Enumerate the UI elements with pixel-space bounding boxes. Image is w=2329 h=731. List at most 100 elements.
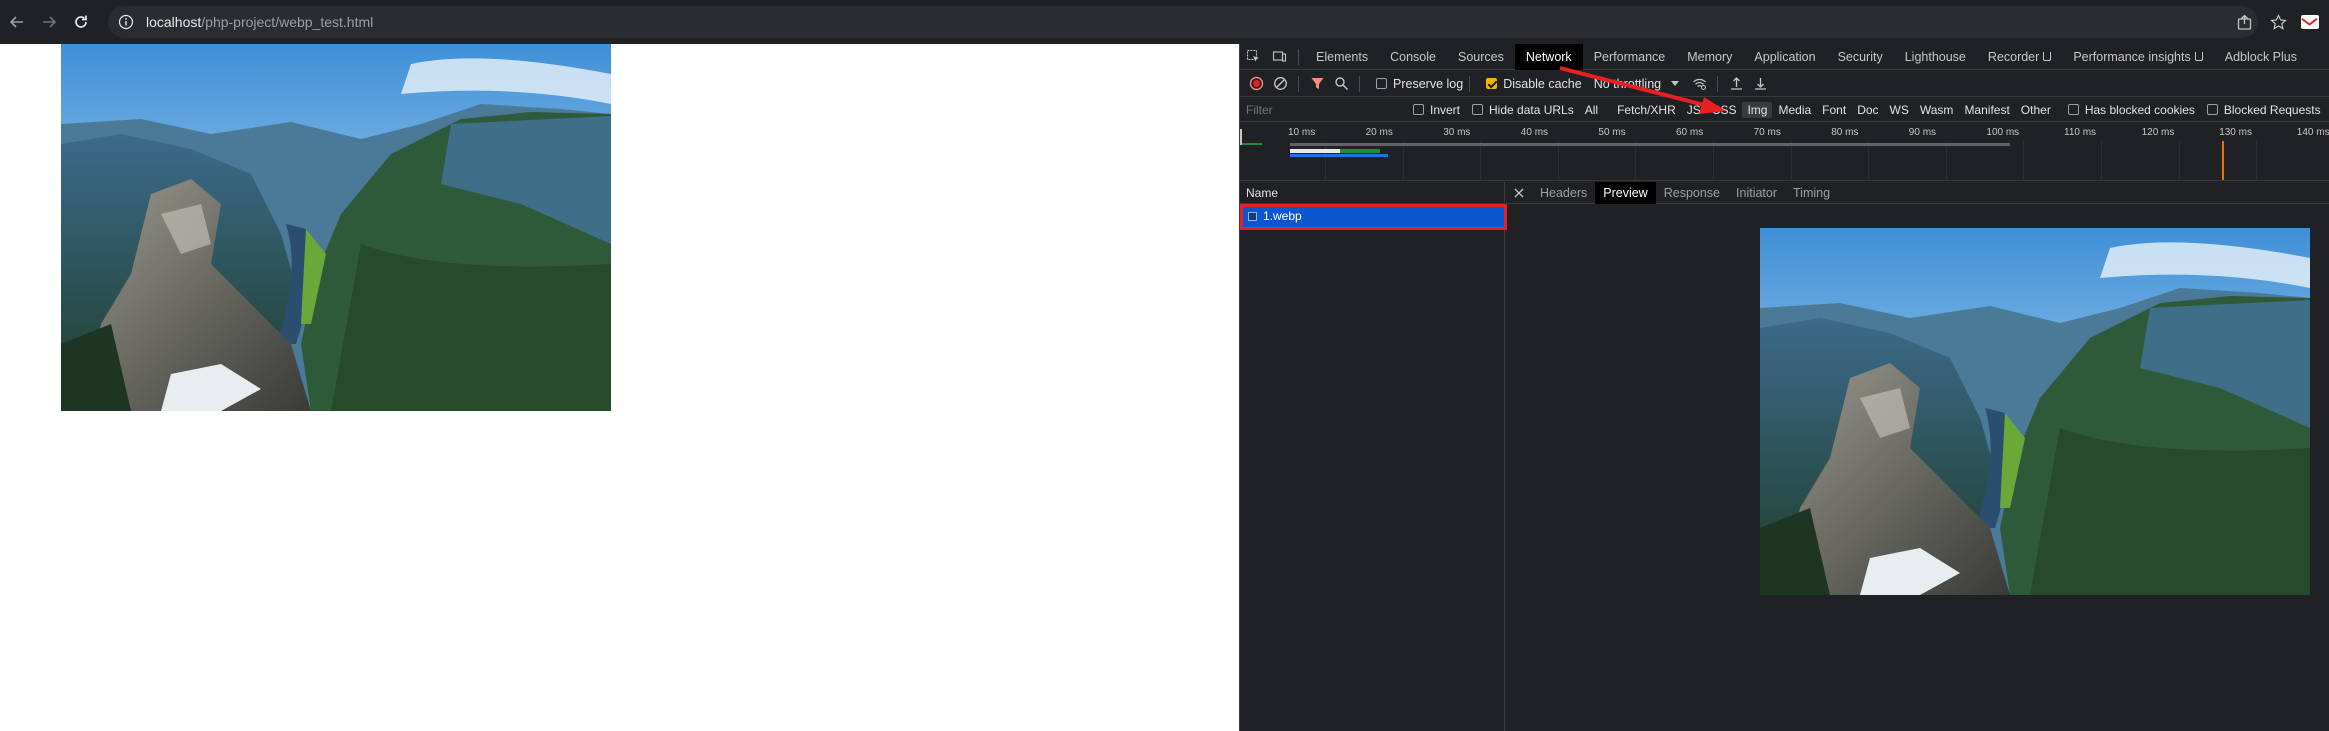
hide-data-urls-checkbox[interactable]: Hide data URLs: [1472, 103, 1574, 117]
filter-type-media[interactable]: Media: [1773, 102, 1816, 118]
request-list: Name 1.webp: [1240, 182, 1507, 731]
filter-type-all[interactable]: All: [1580, 102, 1603, 118]
star-icon: [2269, 13, 2287, 30]
toolbar-separator: [1359, 75, 1360, 92]
tab-performance[interactable]: Performance: [1583, 44, 1677, 70]
tab-security[interactable]: Security: [1827, 44, 1894, 70]
timeline-bar-download: [1290, 149, 1340, 153]
tab-sources[interactable]: Sources: [1447, 44, 1515, 70]
clear-button[interactable]: [1268, 72, 1292, 96]
timeline-grid-line: [1402, 141, 1404, 180]
timeline-cursor[interactable]: [1240, 129, 1242, 145]
timeline-grid-line: [2023, 141, 2025, 180]
filter-type-css[interactable]: CSS: [1707, 102, 1742, 118]
share-button[interactable]: [2227, 5, 2261, 39]
tab-separator: [1298, 48, 1299, 65]
upload-icon: [1730, 77, 1742, 90]
gmail-extension-button[interactable]: [2295, 5, 2329, 39]
filter-type-ws[interactable]: WS: [1885, 102, 1914, 118]
tab-elements[interactable]: Elements: [1305, 44, 1379, 70]
network-overview-timeline[interactable]: 10 ms 20 ms 30 ms 40 ms 50 ms 60 ms 70 ms 80 ms…: [1240, 123, 2329, 181]
preserve-log-box[interactable]: [1376, 78, 1387, 89]
tab-response[interactable]: Response: [1656, 182, 1728, 204]
forward-button[interactable]: [34, 7, 64, 37]
timeline-tick-label: 130 ms: [2219, 127, 2252, 138]
timeline-tick-label: 20 ms: [1365, 127, 1393, 138]
record-button[interactable]: [1244, 72, 1268, 96]
hide-data-urls-box[interactable]: [1472, 104, 1484, 115]
disable-cache-box[interactable]: [1486, 78, 1498, 89]
devtools-panel: Elements Console Sources Network Perform…: [1239, 43, 2329, 731]
filter-type-font[interactable]: Font: [1817, 102, 1851, 118]
clear-icon: [1273, 77, 1287, 90]
address-bar[interactable]: localhost/php-project/webp_test.html: [108, 6, 2258, 38]
timeline-tick-label: 10 ms: [1288, 127, 1316, 138]
has-blocked-cookies-checkbox[interactable]: Has blocked cookies: [2067, 102, 2195, 117]
name-column-header[interactable]: Name: [1240, 182, 1504, 204]
tab-headers[interactable]: Headers: [1532, 182, 1595, 204]
device-icon: [1272, 51, 1286, 62]
tab-memory[interactable]: Memory: [1676, 44, 1743, 70]
devtools-tab-bar: Elements Console Sources Network Perform…: [1240, 43, 2329, 70]
filter-bar: Invert Hide data URLs All Fetch/XHR JS C…: [1240, 98, 2329, 122]
timeline-grid-line: [2101, 141, 2102, 180]
inspect-element-button[interactable]: [1240, 44, 1266, 70]
image-preview: [1760, 228, 2310, 595]
timeline-tick-label: 90 ms: [1908, 127, 1937, 138]
tab-initiator[interactable]: Initiator: [1728, 182, 1785, 204]
hide-data-urls-label: Hide data URLs: [1489, 102, 1574, 117]
tab-console[interactable]: Console: [1379, 44, 1447, 70]
search-button[interactable]: [1329, 72, 1353, 96]
info-icon[interactable]: [118, 14, 134, 30]
close-detail-button[interactable]: [1506, 182, 1532, 204]
preserve-log-checkbox[interactable]: Preserve log: [1376, 77, 1463, 91]
filter-type-img[interactable]: Img: [1742, 101, 1773, 118]
throttling-select[interactable]: No throttling: [1594, 77, 1680, 91]
back-button[interactable]: [2, 7, 32, 37]
filter-input[interactable]: [1244, 99, 1401, 120]
invert-box[interactable]: [1413, 104, 1424, 115]
reload-button[interactable]: [66, 7, 96, 37]
request-detail-pane: Headers Preview Response Initiator Timin…: [1506, 181, 2329, 731]
bookmark-button[interactable]: [2261, 5, 2295, 39]
device-toolbar-button[interactable]: [1266, 44, 1292, 70]
network-conditions-button[interactable]: [1687, 72, 1711, 96]
tab-performance-insights[interactable]: Performance insights: [2062, 44, 2213, 70]
filter-type-wasm[interactable]: Wasm: [1915, 102, 1959, 118]
blocked-requests-box[interactable]: [2206, 104, 2218, 115]
has-blocked-cookies-box[interactable]: [2067, 104, 2079, 115]
timeline-grid-line: [2256, 141, 2258, 180]
disable-cache-checkbox[interactable]: Disable cache: [1486, 77, 1582, 91]
timeline-grid-line: [1790, 141, 1792, 180]
tab-application[interactable]: Application: [1743, 44, 1826, 70]
record-icon: [1249, 76, 1263, 91]
disable-cache-label: Disable cache: [1503, 76, 1582, 91]
filter-type-js[interactable]: JS: [1682, 102, 1706, 118]
toolbar-separator: [1298, 75, 1299, 92]
export-har-button[interactable]: [1748, 72, 1772, 96]
filter-toggle-button[interactable]: [1305, 72, 1329, 96]
filter-type-other[interactable]: Other: [2016, 102, 2056, 118]
filter-type-fetch-xhr[interactable]: Fetch/XHR: [1612, 102, 1681, 118]
timeline-grid-line: [2178, 141, 2180, 180]
filter-type-doc[interactable]: Doc: [1852, 102, 1883, 118]
timeline-span-bar: [1290, 143, 2010, 146]
blocked-requests-checkbox[interactable]: Blocked Requests: [2206, 103, 2321, 117]
filter-type-manifest[interactable]: Manifest: [1959, 102, 2014, 118]
has-blocked-cookies-label: Has blocked cookies: [2084, 102, 2195, 117]
tab-recorder[interactable]: Recorder: [1977, 44, 2062, 70]
tab-adblock-plus[interactable]: Adblock Plus: [2214, 44, 2308, 70]
invert-label: Invert: [1430, 102, 1461, 117]
arrow-right-icon: [43, 16, 57, 28]
tab-preview[interactable]: Preview: [1595, 181, 1656, 204]
url-path: /php-project/webp_test.html: [201, 14, 374, 30]
invert-checkbox[interactable]: Invert: [1413, 103, 1460, 117]
url-text[interactable]: localhost/php-project/webp_test.html: [146, 14, 373, 30]
browser-toolbar: localhost/php-project/webp_test.html: [0, 0, 2329, 44]
tab-lighthouse[interactable]: Lighthouse: [1894, 44, 1977, 70]
flask-icon: [2043, 51, 2052, 61]
import-har-button[interactable]: [1724, 72, 1748, 96]
gmail-icon: [2301, 15, 2319, 29]
tab-timing[interactable]: Timing: [1785, 182, 1838, 204]
tab-network[interactable]: Network: [1514, 43, 1583, 70]
